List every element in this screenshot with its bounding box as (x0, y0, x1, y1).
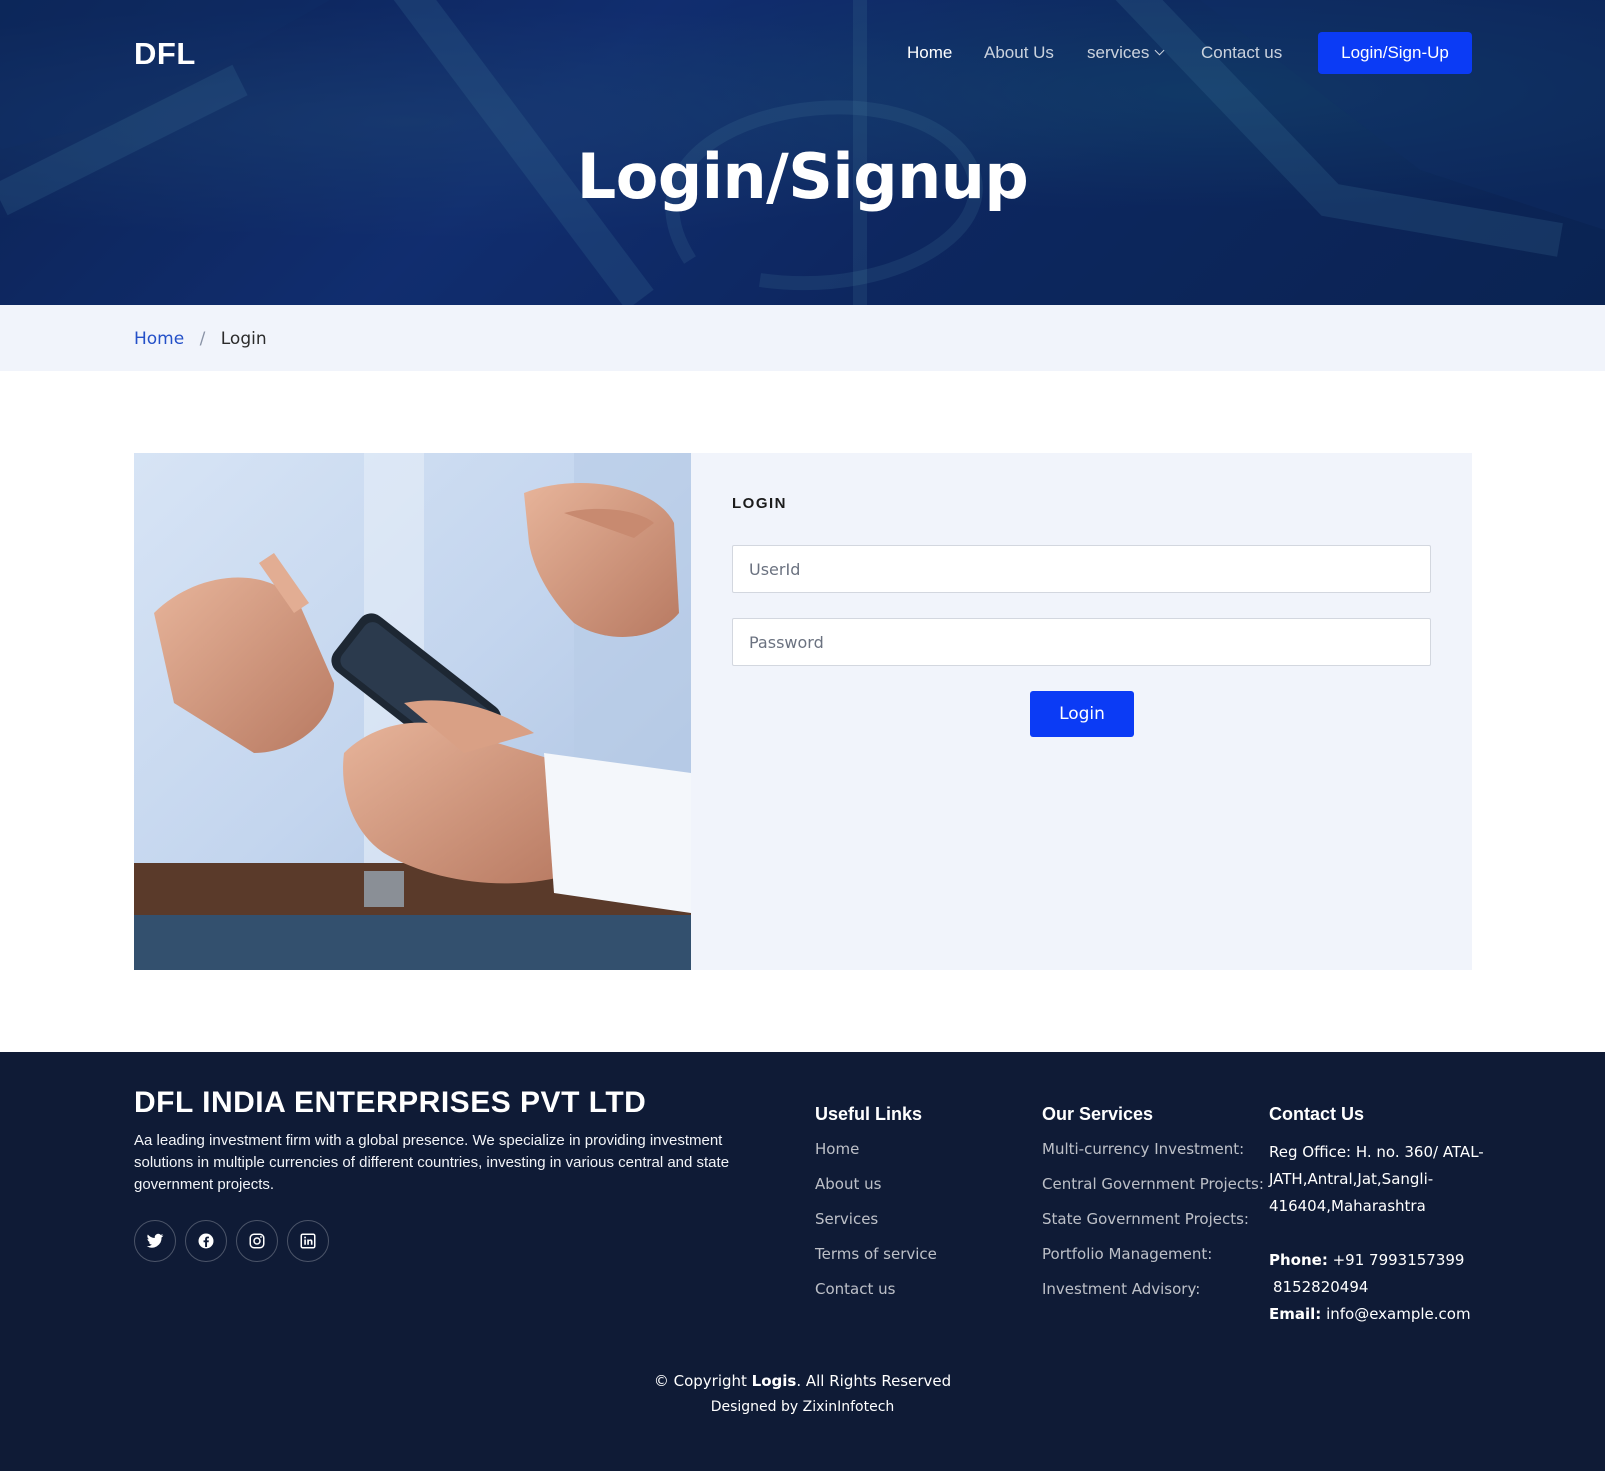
facebook-link[interactable] (185, 1220, 227, 1262)
copyright-suffix: . All Rights Reserved (796, 1372, 952, 1390)
login-form: LOGIN Login (691, 453, 1472, 970)
service-item[interactable]: State Government Projects: (1042, 1209, 1264, 1244)
login-submit-button[interactable]: Login (1030, 691, 1134, 737)
useful-links-title: Useful Links (815, 1104, 923, 1124)
copyright-brand: Logis (751, 1372, 797, 1390)
service-item[interactable]: Investment Advisory: (1042, 1279, 1264, 1314)
designed-by: Designed by ZixinInfotech (710, 1399, 895, 1415)
footer-contact: Contact Us Reg Office: H. no. 360/ ATAL-… (1269, 1104, 1484, 1328)
footer-link-terms[interactable]: Terms of service (815, 1244, 937, 1279)
contact-address-line: Reg Office: H. no. 360/ ATAL- (1269, 1143, 1484, 1161)
breadcrumb-current: Login (220, 329, 267, 349)
chevron-down-icon (1154, 45, 1165, 56)
login-card: LOGIN Login (134, 453, 1472, 970)
service-item[interactable]: Central Government Projects: (1042, 1174, 1264, 1209)
footer-useful-links: Useful Links Home About us Services Term… (815, 1104, 937, 1314)
service-item[interactable]: Multi-currency Investment: (1042, 1139, 1264, 1174)
nav-about-us[interactable]: About Us (984, 43, 1054, 63)
footer-company-name: DFL INDIA ENTERPRISES PVT LTD (134, 1086, 647, 1119)
login-form-title: LOGIN (732, 495, 787, 512)
footer-link-contact-us[interactable]: Contact us (815, 1279, 937, 1314)
linkedin-link[interactable] (287, 1220, 329, 1262)
instagram-icon (249, 1233, 265, 1249)
contact-address-line: 416404,Maharashtra (1269, 1197, 1426, 1215)
nav-services-label: services (1087, 43, 1150, 62)
email-address[interactable]: info@example.com (1326, 1305, 1471, 1323)
nav-contact-us[interactable]: Contact us (1201, 43, 1282, 63)
footer-link-home[interactable]: Home (815, 1139, 937, 1174)
facebook-icon (198, 1233, 214, 1249)
copyright-prefix: © Copyright (653, 1372, 747, 1390)
nav-services[interactable]: services (1087, 43, 1165, 63)
phone-number[interactable]: +91 7993157399 (1333, 1251, 1465, 1269)
footer-description: Aa leading investment firm with a global… (134, 1132, 730, 1193)
breadcrumb-bar: Home / Login (0, 305, 1605, 371)
main-nav: Home About Us services Contact us Login/… (0, 32, 1605, 74)
breadcrumb-separator: / (199, 329, 206, 349)
footer-our-services: Our Services Multi-currency Investment: … (1042, 1104, 1264, 1314)
copyright: © Copyright Logis. All Rights Reserved (0, 1372, 1605, 1390)
contact-us-title: Contact Us (1269, 1104, 1365, 1124)
contact-phone: Phone: +91 7993157399 (1269, 1247, 1484, 1274)
contact-email: Email: info@example.com (1269, 1301, 1484, 1328)
our-services-title: Our Services (1042, 1104, 1154, 1124)
service-item[interactable]: Portfolio Management: (1042, 1244, 1264, 1279)
phone-label: Phone: (1269, 1251, 1328, 1269)
password-input[interactable] (732, 618, 1431, 666)
login-signup-button[interactable]: Login/Sign-Up (1318, 32, 1472, 74)
contact-phone-secondary[interactable]: 8152820494 (1269, 1274, 1484, 1301)
hero-photo-person-with-phone (134, 453, 691, 970)
page-title: Login/Signup (576, 140, 1029, 213)
breadcrumb-home-link[interactable]: Home (134, 329, 184, 349)
site-footer: DFL INDIA ENTERPRISES PVT LTD Aa leading… (0, 1052, 1605, 1471)
twitter-icon (146, 1233, 164, 1248)
footer-link-about-us[interactable]: About us (815, 1174, 937, 1209)
twitter-link[interactable] (134, 1220, 176, 1262)
email-label: Email: (1269, 1305, 1322, 1323)
nav-home[interactable]: Home (907, 43, 952, 63)
userid-input[interactable] (732, 545, 1431, 593)
hero-banner: DFL Home About Us services Contact us Lo… (0, 0, 1605, 305)
breadcrumb: Home / Login (134, 329, 267, 349)
contact-address-line: JATH,Antral,Jat,Sangli- (1269, 1170, 1434, 1188)
linkedin-icon (300, 1233, 316, 1249)
footer-link-services[interactable]: Services (815, 1209, 937, 1244)
instagram-link[interactable] (236, 1220, 278, 1262)
